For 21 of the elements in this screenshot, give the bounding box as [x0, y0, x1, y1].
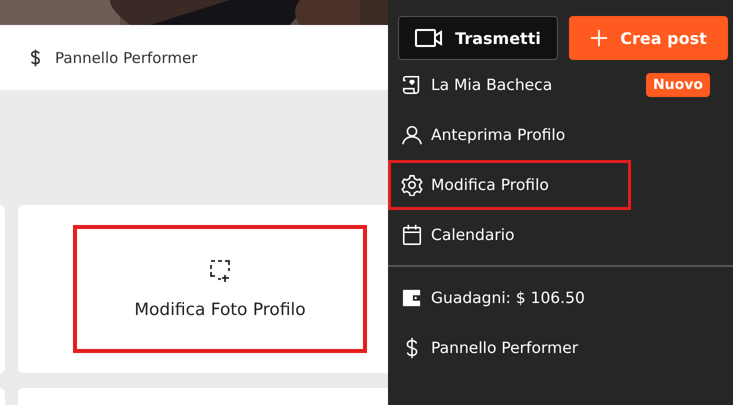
wallet-icon	[401, 287, 423, 309]
menu-item[interactable]: Modifica Profilo	[388, 160, 631, 210]
user-icon	[401, 124, 423, 146]
calendar-icon	[401, 224, 423, 246]
menu-item-label: Modifica Profilo	[431, 176, 549, 194]
add-photo-icon	[208, 258, 232, 282]
menu-item-label: Pannello Performer	[431, 339, 578, 357]
plus-icon	[590, 29, 608, 47]
gear-icon	[401, 174, 423, 196]
menu-item[interactable]: Anteprima Profilo	[388, 110, 723, 160]
menu-item-label: Anteprima Profilo	[431, 126, 566, 144]
menu-item-label: Guadagni: $ 106.50	[431, 289, 585, 307]
menu-item-label: La Mia Bacheca	[431, 76, 552, 94]
video-camera-icon	[415, 28, 444, 48]
new-badge: Nuovo	[646, 73, 710, 97]
broadcast-button[interactable]: Trasmetti	[398, 16, 558, 60]
performer-panel-link[interactable]: Pannello Performer	[30, 48, 198, 66]
card-label: Modifica Foto Profilo	[134, 300, 306, 320]
dollar-icon	[30, 48, 41, 66]
menu-item[interactable]: La Mia Bacheca Nuovo	[388, 60, 723, 110]
menu-item-label: Calendario	[431, 226, 514, 244]
